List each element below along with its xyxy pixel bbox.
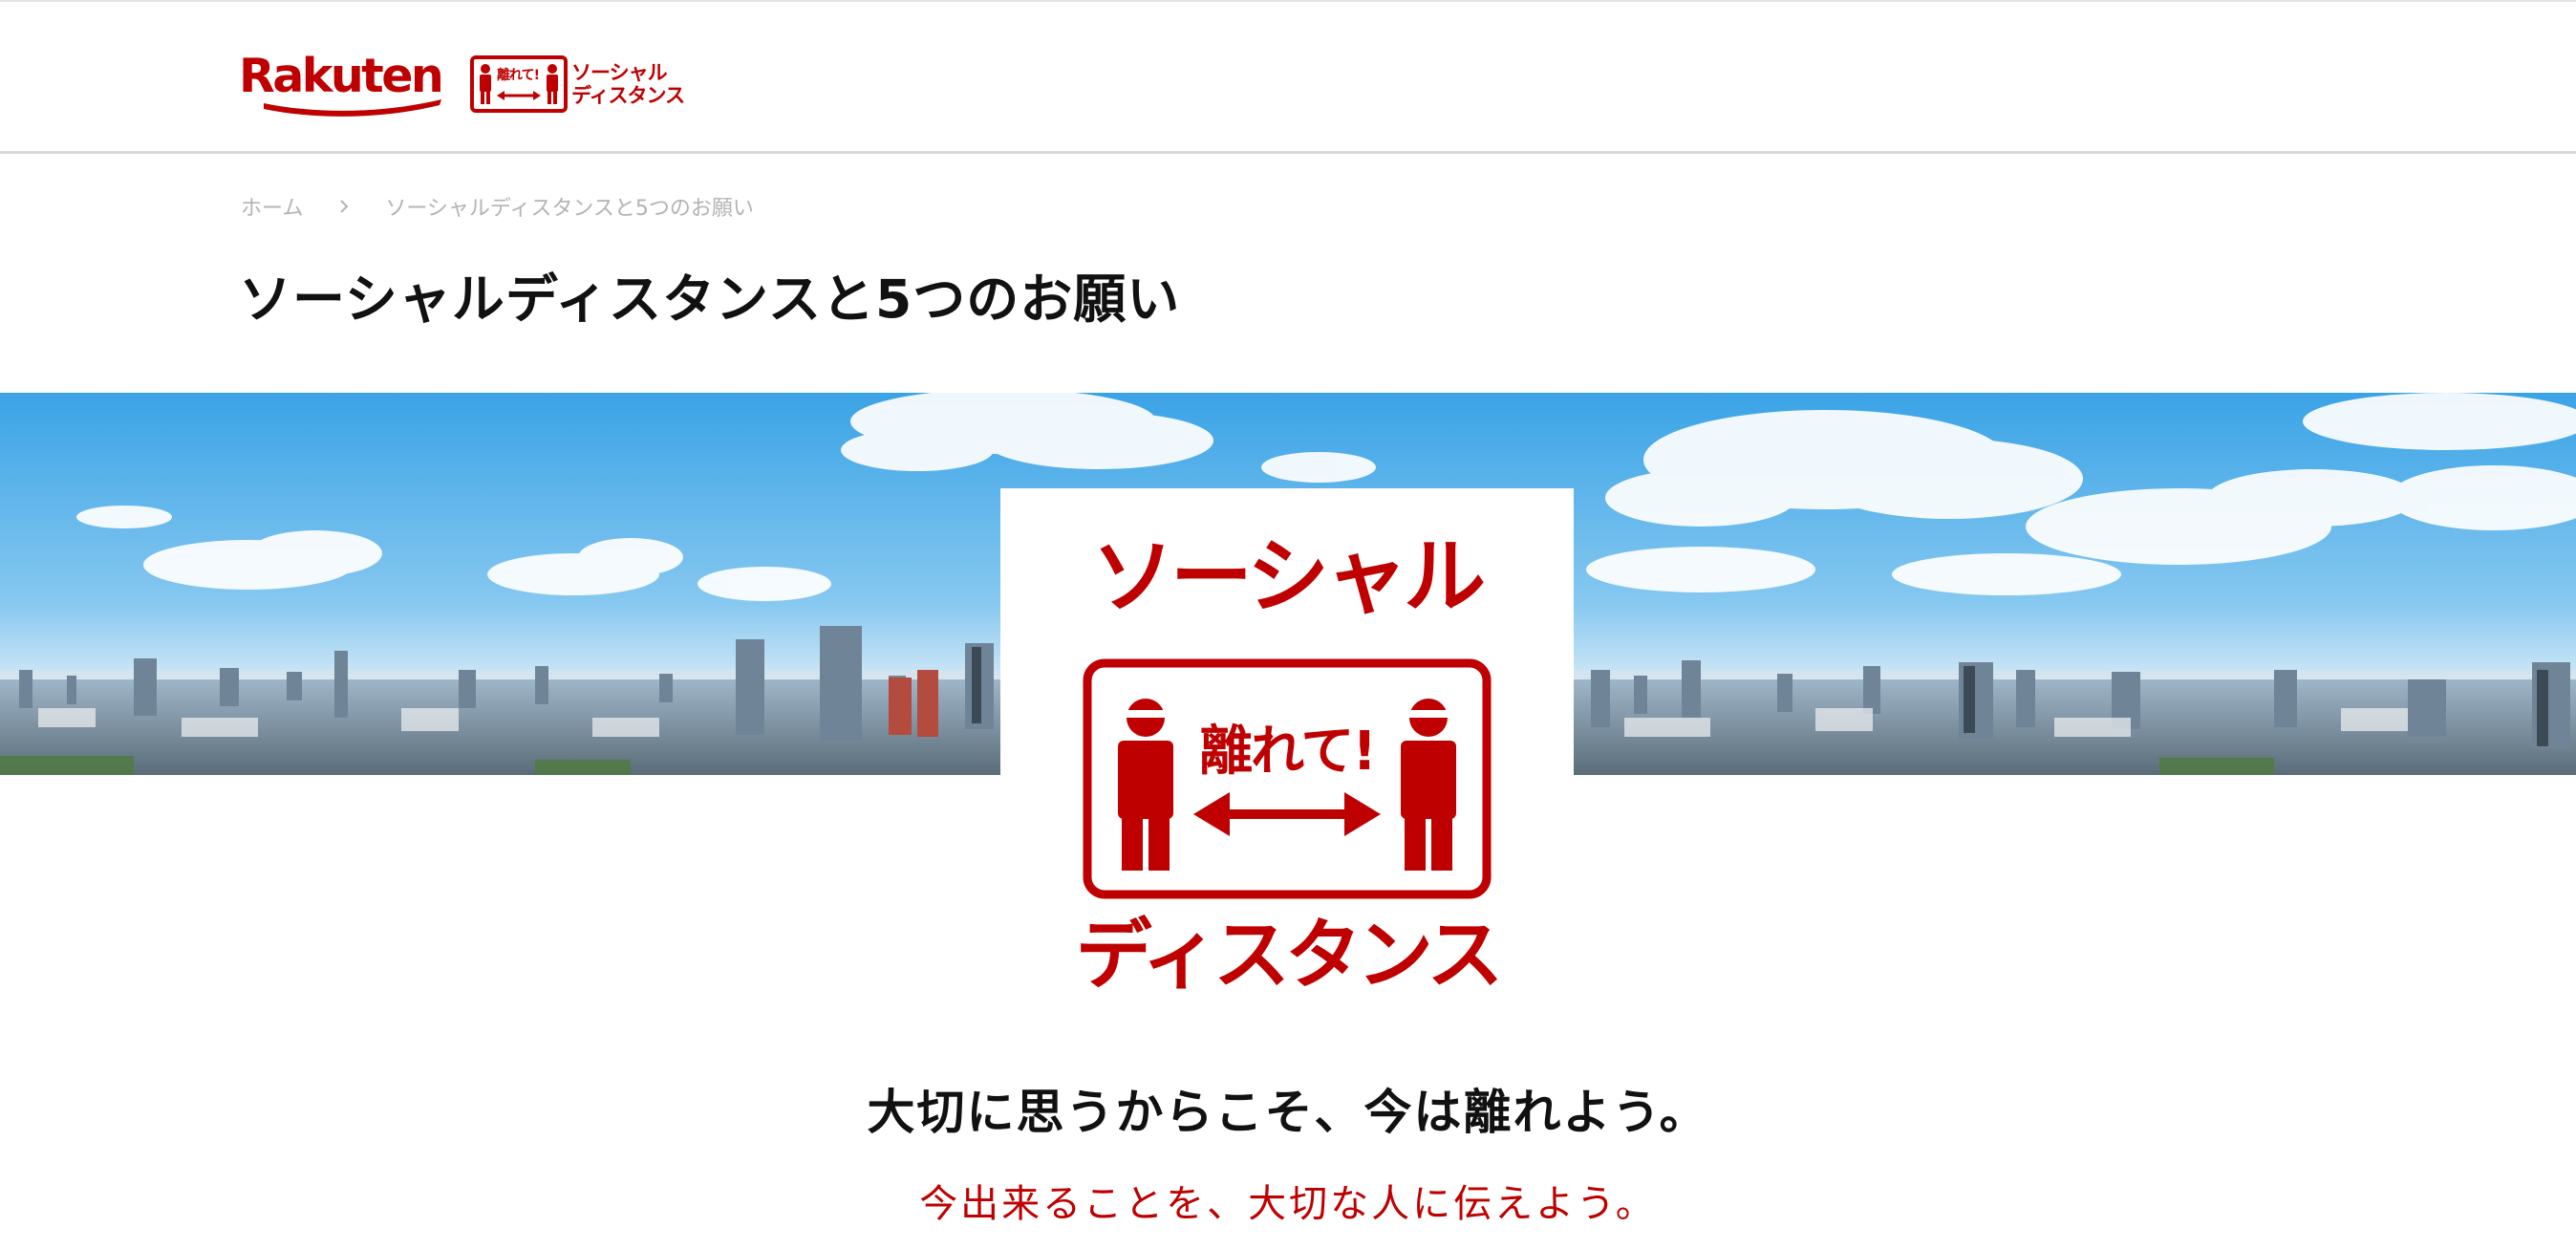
social-distance-small-logo: 離れて! ソーシャル ディスタンス bbox=[470, 55, 685, 113]
logo-center-text: 離れて! bbox=[1199, 721, 1375, 783]
sub-message: 今出来ることを、大切な人に伝えよう。 bbox=[919, 1182, 1657, 1226]
rakuten-logo: Rakuten bbox=[239, 50, 447, 118]
logo-bottom-text: ディスタンス bbox=[1076, 911, 1499, 1000]
social-distance-small-text: ソーシャル ディスタンス bbox=[571, 61, 685, 107]
badge-text: 離れて! bbox=[497, 68, 540, 83]
rakuten-swoosh-icon bbox=[264, 99, 441, 117]
small-logo-line2: ディスタンス bbox=[571, 84, 685, 107]
social-distance-badge-icon: 離れて! bbox=[470, 55, 568, 113]
page-title: ソーシャルディスタンスと5つのお願い bbox=[239, 269, 1181, 330]
social-distance-logo-graphic: ソーシャル 離れて! ディスタンス bbox=[1076, 529, 1504, 1000]
chevron-right-icon bbox=[340, 200, 349, 213]
person-right-icon bbox=[1401, 699, 1456, 871]
person-left-icon bbox=[1118, 699, 1173, 871]
home-logo-link[interactable]: Rakuten 離れて! ソーシャル ディスタンス bbox=[239, 50, 685, 118]
small-logo-line1: ソーシャル bbox=[571, 61, 668, 84]
logo-top-text: ソーシャル bbox=[1092, 529, 1484, 625]
main-message: 大切に思うからこそ、今は離れよう。 bbox=[867, 1085, 1709, 1140]
site-header: Rakuten 離れて! ソーシャル ディスタンス bbox=[0, 0, 2576, 154]
breadcrumb-current: ソーシャルディスタンスと5つのお願い bbox=[385, 197, 754, 221]
social-distance-main-logo: ソーシャル 離れて! ディスタンス bbox=[1000, 488, 1574, 1004]
breadcrumb-home-link[interactable]: ホーム bbox=[241, 191, 303, 222]
double-arrow-icon bbox=[1193, 792, 1381, 836]
breadcrumb: ホーム ソーシャルディスタンスと5つのお願い bbox=[241, 191, 754, 222]
